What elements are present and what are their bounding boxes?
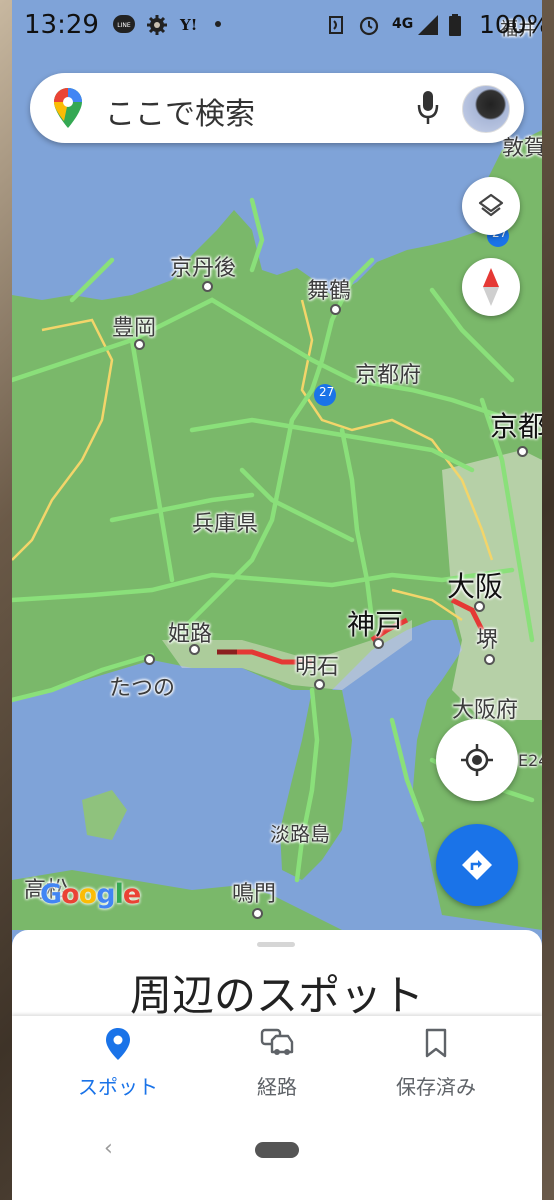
place-osaka[interactable]: 大阪 — [447, 565, 503, 605]
status-time: 13:29 — [24, 10, 99, 40]
place-dot — [252, 908, 263, 919]
tab-saved[interactable]: 保存済み — [348, 1016, 524, 1116]
place-tatsuno[interactable]: たつの — [109, 670, 175, 702]
place-sakai[interactable]: 堺 — [476, 622, 498, 654]
place-kobe[interactable]: 神戸 — [347, 603, 403, 643]
place-kyoto[interactable]: 京都 — [490, 405, 542, 445]
svg-text:LINE: LINE — [117, 22, 131, 29]
home-gesture-pill[interactable] — [255, 1142, 299, 1158]
compass-button[interactable] — [462, 258, 520, 316]
tab-label: 経路 — [257, 1075, 297, 1099]
compass-icon — [483, 268, 499, 306]
place-dot — [330, 304, 341, 315]
explore-bottom-sheet[interactable]: 周辺のスポット スポット 経路 保存済み ‹ — [12, 930, 542, 1200]
place-dot — [134, 339, 145, 350]
place-dot — [144, 654, 155, 665]
place-dot — [484, 654, 495, 665]
car-bus-icon — [260, 1028, 294, 1055]
battery-percent: 100% — [479, 10, 542, 39]
network-type: 4G — [392, 16, 414, 32]
my-location-crosshair-icon — [461, 744, 493, 776]
location-pin-icon — [106, 1028, 130, 1060]
google-attribution-logo: Google — [40, 879, 141, 910]
tab-label: スポット — [78, 1075, 158, 1099]
sheet-drag-handle[interactable] — [257, 942, 295, 947]
google-maps-pin-icon — [54, 88, 82, 128]
sheet-title: 周辺のスポット — [129, 971, 424, 1020]
alarm-clock-icon — [359, 16, 379, 36]
place-kyotango[interactable]: 京丹後 — [170, 250, 236, 282]
place-maizuru[interactable]: 舞鶴 — [307, 273, 351, 305]
more-notifications-dot-icon — [215, 21, 221, 27]
bookmark-icon — [425, 1028, 447, 1058]
place-dot — [474, 601, 485, 612]
battery-icon — [449, 14, 461, 36]
tab-commute[interactable]: 経路 — [189, 1016, 365, 1116]
tab-explore[interactable]: スポット — [30, 1016, 206, 1116]
route-shield-e24: E24 — [518, 751, 542, 770]
route-shield-27: 27 — [319, 385, 335, 399]
system-navigation-bar: ‹ — [12, 1116, 542, 1200]
settings-gear-icon — [147, 15, 167, 35]
nav-back-icon[interactable]: ‹ — [104, 1136, 113, 1161]
yahoo-icon: Y! — [180, 16, 198, 34]
place-akashi[interactable]: 明石 — [295, 649, 339, 681]
search-bar[interactable]: ここで検索 — [30, 73, 524, 143]
tab-label: 保存済み — [396, 1075, 476, 1099]
voice-search-mic-icon[interactable] — [417, 91, 439, 125]
place-naruto[interactable]: 鳴門 — [232, 876, 276, 908]
place-dot — [373, 638, 384, 649]
my-location-button[interactable] — [436, 719, 518, 801]
place-dot — [189, 644, 200, 655]
search-input[interactable]: ここで検索 — [105, 89, 255, 133]
place-himeji[interactable]: 姫路 — [168, 616, 212, 648]
directions-arrow-icon — [462, 850, 492, 880]
place-hyogo[interactable]: 兵庫県 — [192, 506, 258, 538]
bottom-tab-bar: スポット 経路 保存済み — [12, 1016, 542, 1116]
place-kyotofu[interactable]: 京都府 — [355, 357, 421, 389]
account-avatar[interactable] — [462, 85, 510, 133]
place-toyooka[interactable]: 豊岡 — [112, 310, 156, 342]
phone-screen: 27 27 E24 京丹後 舞鶴 豊岡 京都府 京都 兵庫県 大阪 神戸 姫路 … — [12, 0, 542, 1200]
place-awajishima[interactable]: 淡路島 — [270, 818, 330, 847]
line-app-icon: LINE — [113, 15, 135, 33]
place-dot — [314, 679, 325, 690]
layers-icon — [478, 193, 504, 217]
directions-button[interactable] — [436, 824, 518, 906]
signal-strength-icon — [418, 15, 438, 35]
nfc-icon — [329, 16, 343, 34]
place-dot — [517, 446, 528, 457]
layers-button[interactable] — [462, 177, 520, 235]
status-bar: 13:29 LINE Y! 4G 100% — [12, 0, 542, 54]
place-dot — [202, 281, 213, 292]
